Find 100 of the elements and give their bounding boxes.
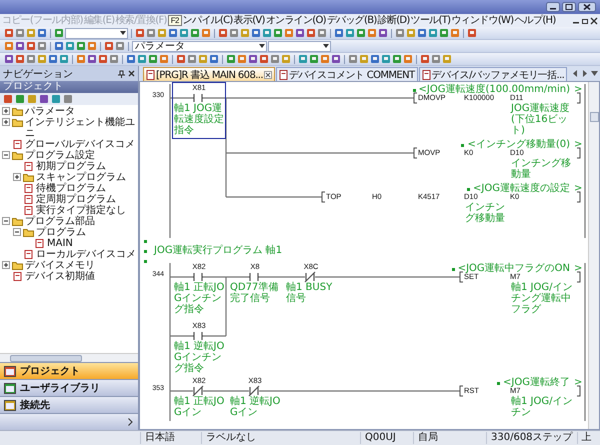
bracket-icon [414,148,418,158]
tree-item[interactable]: 初期プログラム [36,161,106,172]
bracket-icon [576,148,580,158]
navigation-button[interactable]: 接続先 [0,396,138,413]
ladder-wire [203,390,249,392]
tree-item[interactable]: デバイスメモリ [25,260,95,271]
close-icon[interactable] [590,16,598,24]
normally-open-contact-icon [192,93,204,103]
expander-icon[interactable] [13,228,21,236]
note-end: > [574,263,582,275]
document-icon [23,206,34,215]
tree-item[interactable]: 定周期プログラム [36,194,116,205]
menu-item[interactable]: ウィンドウ(W) [451,14,514,27]
combo-box[interactable] [268,40,331,52]
tree-item[interactable]: プログラム部品 [25,216,95,227]
menu-item[interactable]: ヘルプ(H) [514,14,556,27]
caret-icon[interactable] [591,71,598,76]
tree-item[interactable]: インテリジェント機能ユニ [25,117,138,139]
status-text: Q00UJ [360,432,413,444]
document-icon [12,272,23,281]
menu-item[interactable]: ツール(T) [410,14,450,27]
expander-icon[interactable] [2,261,10,269]
tab[interactable]: [PRG]R 書込 MAIN 608... [143,67,275,81]
tree-item[interactable]: 待機プログラム [36,183,106,194]
document-icon [23,195,34,204]
tree-item[interactable]: プログラム設定 [25,150,95,161]
tree-item[interactable]: グローバルデバイスコメ [25,139,135,150]
device-comment: 軸1 JOG/インチング運転中フラグ [510,282,574,315]
ladder-wire [170,276,193,278]
rung-note: <JOG運転速度の設定 [473,183,570,194]
minimize-icon[interactable] [546,2,560,12]
overflow-bar[interactable] [0,413,138,430]
tree-item[interactable]: 実行タイプ指定なし [36,205,126,216]
scroll-left-icon[interactable] [572,70,578,77]
chevron-icon [128,418,133,426]
status-text: ラベルなし [201,432,360,444]
close-icon[interactable] [128,70,135,77]
note-end: > [574,377,582,389]
expander-icon[interactable] [2,107,10,115]
tree-item[interactable]: ローカルデバイスコメ [36,249,136,260]
horizontal-scrollbar[interactable] [0,353,138,362]
bracket-icon [322,192,326,202]
expander-icon[interactable] [2,151,10,159]
expander-icon[interactable] [13,173,21,181]
folder-icon [23,228,34,237]
tree-item[interactable]: スキャンプログラム [36,172,126,183]
restore-icon[interactable] [581,16,589,24]
section-header: プロジェクト [0,81,138,93]
combo-box[interactable] [65,28,128,38]
rung-note: <JOG運転中フラグのON [458,263,570,274]
menu-item[interactable]: 表示(V) [234,14,265,27]
scroll-right-icon[interactable] [582,70,588,77]
status-text: 330/608ステップ [486,432,577,444]
close-icon[interactable] [264,70,272,78]
device-comment: 軸1 JOG運転速度設定指令 [173,103,225,136]
device-comment: 軸1 正転JOGイン [173,396,225,418]
menu-item[interactable]: オンライン(O) [266,14,326,27]
ladder-wire [170,97,193,99]
bracket-icon [576,192,580,202]
document-icon [34,239,45,248]
vertical-scrollbar[interactable] [588,82,599,429]
tab[interactable]: デバイス/バッファメモリ一括... [418,67,568,81]
bracket-icon [576,92,580,104]
bullet-icon [467,188,470,190]
expander-icon[interactable] [2,217,10,225]
device-comment: JOG運転速度(下位16ビット) [510,103,571,136]
tab[interactable]: デバイスコメント COMMENT [276,67,418,81]
ladder-wire [259,276,305,278]
tree-item[interactable]: MAIN [47,238,73,249]
menu-item[interactable]: ンパイル(C) [182,14,233,27]
device-comment: 軸1 逆転JOGイン [229,396,281,418]
menu-item[interactable]: 診断(D) [378,14,410,27]
navigation-button[interactable]: ユーザライブラリ [0,379,138,396]
maximize-icon[interactable] [562,2,576,12]
window-icon [4,366,16,376]
bullet-icon [144,240,147,243]
note-end: > [574,183,582,195]
tree-item[interactable]: パラメータ [25,106,75,117]
expander-icon[interactable] [2,118,10,126]
bracket-icon [460,272,464,282]
document-icon [12,140,23,149]
status-text: 日本語 [140,432,201,444]
document-icon [23,250,34,259]
navigation-button[interactable]: プロジェクト [0,362,138,379]
bullet-icon [452,268,455,270]
tree-item[interactable]: プログラム [36,227,86,238]
folder-icon [23,173,34,182]
caret-icon [323,44,329,48]
folder-icon [12,118,23,127]
folder-icon [12,107,23,116]
window-icon [4,400,16,410]
window-icon [4,382,16,394]
menu-item[interactable]: デバッグ(B) [326,14,377,27]
device-comment: 軸1 BUSY信号 [285,282,334,304]
close-icon[interactable] [578,2,596,12]
folder-icon [12,261,23,270]
pin-icon[interactable] [118,70,125,78]
program-dropdown[interactable]: パラメータ [132,40,267,52]
tree-item[interactable]: デバイス初期値 [25,271,95,282]
bullet-icon [497,382,500,384]
